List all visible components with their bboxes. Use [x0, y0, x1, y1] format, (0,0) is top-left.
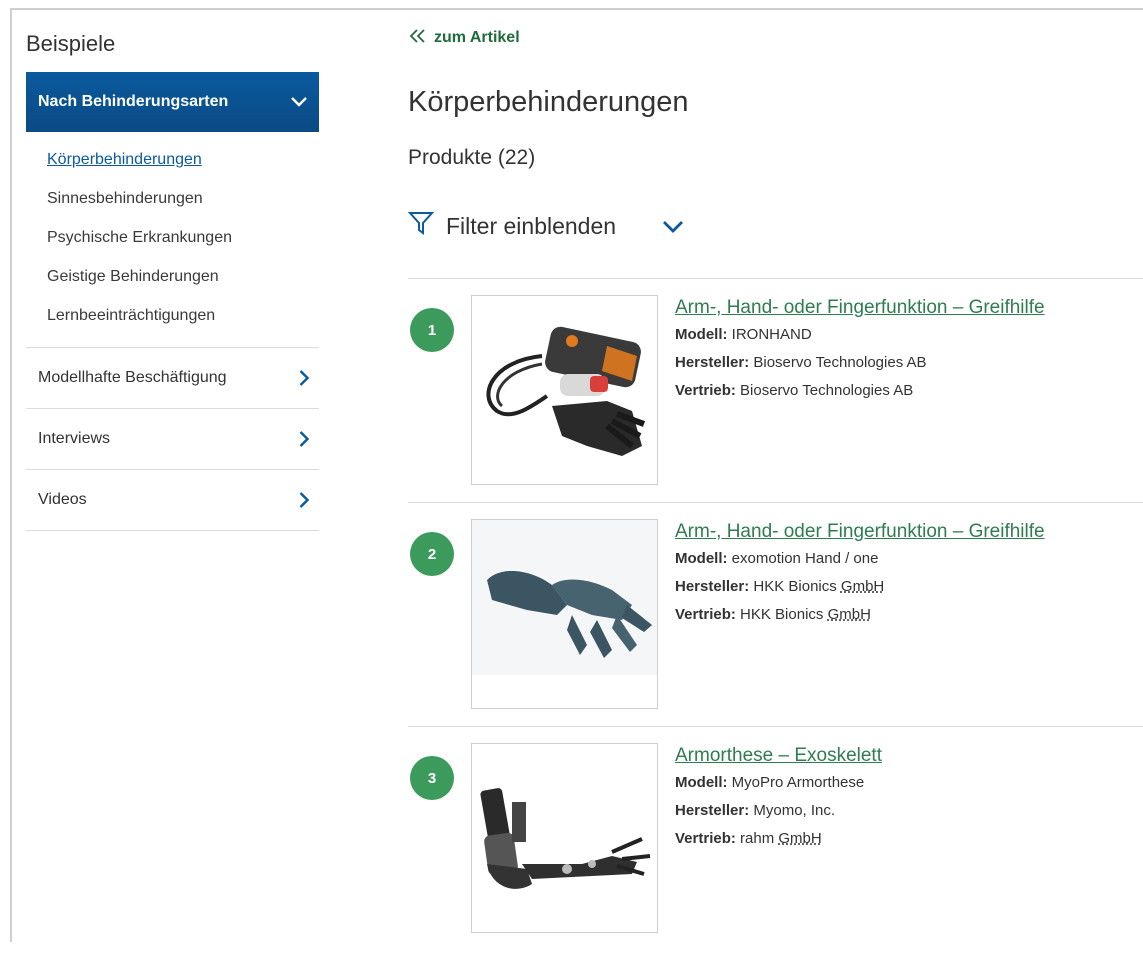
manufacturer-value: Myomo, Inc.	[753, 802, 836, 819]
product-image-myopro[interactable]	[471, 743, 658, 933]
product-manufacturer: Hersteller: Myomo, Inc.	[675, 797, 882, 825]
model-label: Modell:	[675, 774, 728, 791]
distributor-label: Vertrieb:	[675, 382, 736, 399]
page-title: Körperbehinderungen	[408, 86, 689, 118]
model-label: Modell:	[675, 550, 728, 567]
sidebar-title: Beispiele	[26, 31, 116, 56]
product-distributor: Vertrieb: HKK Bionics GmbH	[675, 601, 1045, 629]
subnav-item-sinnesbehinderungen[interactable]: Sinnesbehinderungen	[26, 179, 319, 218]
product-model: Modell: MyoPro Armorthese	[675, 769, 882, 797]
distributor-label: Vertrieb:	[675, 830, 736, 847]
nav-item-interviews[interactable]: Interviews	[26, 409, 319, 470]
model-value: IRONHAND	[731, 326, 812, 343]
model-label: Modell:	[675, 326, 728, 343]
abbreviation-gmbh: GmbH	[840, 578, 885, 595]
product-info: Arm-, Hand- oder Fingerfunktion – Greifh…	[675, 519, 1045, 629]
sidebar: Beispiele Nach Behinderungsarten Körperb…	[26, 26, 319, 531]
product-title-link[interactable]: Arm-, Hand- oder Fingerfunktion – Greifh…	[675, 519, 1045, 545]
product-item: 2 Arm-, Hand- oder Fingerfunktion – Grei…	[408, 519, 1143, 729]
nav-item-label: Modellhafte Beschäftigung	[38, 369, 227, 386]
manufacturer-label: Hersteller:	[675, 354, 750, 371]
back-link-label: zum Artikel	[434, 29, 520, 46]
product-model: Modell: IRONHAND	[675, 321, 1045, 349]
abbreviation-gmbh: GmbH	[778, 830, 822, 847]
nav-section-label: Nach Behinderungsarten	[38, 93, 229, 110]
subnav-item-lernbeeintraechtigungen[interactable]: Lernbeeinträchtigungen	[26, 296, 319, 335]
distributor-value: Bioservo Technologies AB	[740, 382, 914, 399]
nav-section-behinderungsarten[interactable]: Nach Behinderungsarten	[26, 72, 319, 132]
product-info: Arm-, Hand- oder Fingerfunktion – Greifh…	[675, 295, 1045, 405]
product-model: Modell: exomotion Hand / one	[675, 545, 1045, 573]
distributor-label: Vertrieb:	[675, 606, 736, 623]
chevron-down-icon	[662, 213, 684, 240]
subnav-item-psychische-erkrankungen[interactable]: Psychische Erkrankungen	[26, 218, 319, 257]
product-title-link[interactable]: Arm-, Hand- oder Fingerfunktion – Greifh…	[675, 295, 1045, 321]
manufacturer-label: Hersteller:	[675, 802, 750, 819]
product-number-badge: 2	[410, 532, 454, 576]
divider	[408, 278, 1143, 279]
product-distributor: Vertrieb: Bioservo Technologies AB	[675, 377, 1045, 405]
manufacturer-value: HKK Bionics	[753, 578, 837, 595]
chevron-right-icon	[299, 431, 309, 447]
product-count: Produkte (22)	[408, 146, 536, 169]
divider	[408, 726, 1143, 727]
distributor-value: rahm	[740, 830, 775, 847]
product-item: 1 Arm-, Hand- oder Fingerfunktion – Grei…	[408, 295, 1143, 505]
nav-item-modellhafte-beschaeftigung[interactable]: Modellhafte Beschäftigung	[26, 348, 319, 409]
product-title-link[interactable]: Armorthese – Exoskelett	[675, 743, 882, 769]
distributor-value: HKK Bionics	[740, 606, 824, 623]
nav-item-label: Interviews	[38, 430, 111, 447]
product-number-badge: 3	[410, 756, 454, 800]
double-chevron-left-icon	[408, 28, 428, 49]
chevron-down-icon	[291, 97, 307, 107]
manufacturer-label: Hersteller:	[675, 578, 750, 595]
product-distributor: Vertrieb: rahm GmbH	[675, 825, 882, 853]
product-manufacturer: Hersteller: HKK Bionics GmbH	[675, 573, 1045, 601]
subnav-item-geistige-behinderungen[interactable]: Geistige Behinderungen	[26, 257, 319, 296]
chevron-right-icon	[299, 492, 309, 508]
product-info: Armorthese – Exoskelett Modell: MyoPro A…	[675, 743, 882, 853]
filter-icon	[407, 210, 435, 242]
abbreviation-gmbh: GmbH	[827, 606, 871, 623]
product-image-ironhand[interactable]	[471, 295, 658, 485]
nav-item-label: Videos	[38, 491, 87, 508]
chevron-right-icon	[299, 370, 309, 386]
subnav: Körperbehinderungen Sinnesbehinderungen …	[26, 132, 319, 348]
product-item: 3 Armorthese – Exoskelett Modell: MyoPro…	[408, 743, 1143, 953]
back-link[interactable]: zum Artikel	[408, 26, 1143, 50]
model-value: exomotion Hand / one	[731, 550, 879, 567]
filter-label: Filter einblenden	[446, 212, 617, 239]
product-number-badge: 1	[410, 308, 454, 352]
product-image-exomotion[interactable]	[471, 519, 658, 709]
manufacturer-value: Bioservo Technologies AB	[753, 354, 927, 371]
filter-toggle[interactable]: Filter einblenden	[407, 210, 684, 242]
product-manufacturer: Hersteller: Bioservo Technologies AB	[675, 349, 1045, 377]
nav-item-videos[interactable]: Videos	[26, 470, 319, 531]
divider	[408, 502, 1143, 503]
main-content: zum Artikel Körperbehinderungen Produkte…	[407, 26, 1143, 933]
subnav-item-koerperbehinderungen[interactable]: Körperbehinderungen	[26, 140, 319, 179]
model-value: MyoPro Armorthese	[731, 774, 865, 791]
